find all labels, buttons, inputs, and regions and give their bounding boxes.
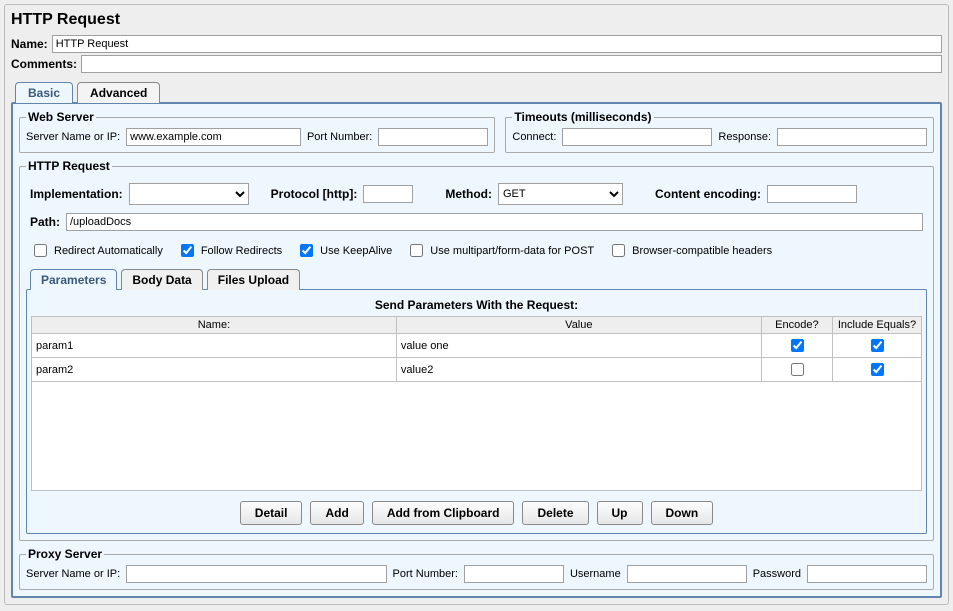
name-label: Name: — [11, 37, 48, 51]
http-request-legend: HTTP Request — [26, 159, 112, 173]
col-value[interactable]: Value — [396, 317, 761, 334]
name-input[interactable] — [52, 35, 942, 53]
col-name[interactable]: Name: — [32, 317, 397, 334]
proxy-user-label: Username — [570, 568, 621, 580]
content-enc-label: Content encoding: — [655, 187, 761, 201]
param-tabs: Parameters Body Data Files Upload — [26, 269, 927, 290]
param-equals-cell[interactable] — [832, 334, 921, 358]
comments-input[interactable] — [81, 55, 942, 73]
tab-basic[interactable]: Basic — [15, 82, 73, 103]
param-equals-cell[interactable] — [832, 358, 921, 382]
param-name-cell[interactable]: param1 — [32, 334, 397, 358]
add-clipboard-button[interactable]: Add from Clipboard — [372, 501, 515, 525]
timeouts-legend: Timeouts (milliseconds) — [512, 110, 653, 124]
param-equals-checkbox[interactable] — [871, 363, 884, 376]
path-label: Path: — [30, 215, 60, 229]
proxy-pass-label: Password — [753, 568, 801, 580]
page-title: HTTP Request — [11, 11, 942, 29]
col-encode[interactable]: Encode? — [761, 317, 832, 334]
check-browser-compat[interactable]: Browser-compatible headers — [608, 241, 772, 260]
check-multipart[interactable]: Use multipart/form-data for POST — [406, 241, 594, 260]
response-label: Response: — [718, 131, 771, 143]
detail-button[interactable]: Detail — [240, 501, 303, 525]
protocol-label: Protocol [http]: — [271, 187, 358, 201]
content-enc-input[interactable] — [767, 185, 857, 203]
impl-select[interactable] — [129, 183, 249, 205]
param-buttons: Detail Add Add from Clipboard Delete Up … — [31, 501, 922, 525]
connect-input[interactable] — [562, 128, 712, 146]
tab-body-data[interactable]: Body Data — [121, 269, 202, 290]
basic-panel: Web Server Server Name or IP: Port Numbe… — [11, 102, 942, 598]
web-server-group: Web Server Server Name or IP: Port Numbe… — [19, 110, 495, 153]
checkbox-redirect-auto[interactable] — [34, 244, 47, 257]
server-name-label: Server Name or IP: — [26, 131, 120, 143]
checkbox-browser-compat[interactable] — [612, 244, 625, 257]
up-button[interactable]: Up — [597, 501, 643, 525]
proxy-port-label: Port Number: — [393, 568, 458, 580]
protocol-input[interactable] — [363, 185, 413, 203]
add-button[interactable]: Add — [310, 501, 363, 525]
tab-advanced[interactable]: Advanced — [77, 82, 160, 103]
proxy-port-input[interactable] — [464, 565, 564, 583]
param-encode-checkbox[interactable] — [791, 363, 804, 376]
proxy-server-label: Server Name or IP: — [26, 568, 120, 580]
params-title: Send Parameters With the Request: — [31, 298, 922, 312]
tab-files-upload[interactable]: Files Upload — [207, 269, 300, 290]
param-encode-cell[interactable] — [761, 334, 832, 358]
main-tabs: Basic Advanced — [11, 82, 942, 103]
method-label: Method: — [445, 187, 492, 201]
impl-label: Implementation: — [30, 187, 123, 201]
proxy-group: Proxy Server Server Name or IP: Port Num… — [19, 547, 934, 590]
checkbox-keepalive[interactable] — [300, 244, 313, 257]
checkbox-follow-redirects[interactable] — [181, 244, 194, 257]
port-input[interactable] — [378, 128, 488, 146]
check-keepalive[interactable]: Use KeepAlive — [296, 241, 392, 260]
comments-label: Comments: — [11, 57, 77, 71]
param-value-cell[interactable]: value2 — [396, 358, 761, 382]
param-encode-cell[interactable] — [761, 358, 832, 382]
delete-button[interactable]: Delete — [522, 501, 588, 525]
check-redirect-auto[interactable]: Redirect Automatically — [30, 241, 163, 260]
parameters-panel: Send Parameters With the Request: Name: … — [26, 289, 927, 534]
http-request-group: HTTP Request Implementation: Protocol [h… — [19, 159, 934, 541]
params-table: Name: Value Encode? Include Equals? para… — [31, 316, 922, 382]
response-input[interactable] — [777, 128, 927, 146]
server-name-input[interactable] — [126, 128, 301, 146]
web-server-legend: Web Server — [26, 110, 96, 124]
timeouts-group: Timeouts (milliseconds) Connect: Respons… — [505, 110, 934, 153]
method-select[interactable]: GET — [498, 183, 623, 205]
check-follow-redirects[interactable]: Follow Redirects — [177, 241, 282, 260]
param-equals-checkbox[interactable] — [871, 339, 884, 352]
main-container: HTTP Request Name: Comments: Basic Advan… — [4, 4, 949, 605]
param-name-cell[interactable]: param2 — [32, 358, 397, 382]
port-label: Port Number: — [307, 131, 372, 143]
proxy-server-input[interactable] — [126, 565, 386, 583]
param-encode-checkbox[interactable] — [791, 339, 804, 352]
proxy-legend: Proxy Server — [26, 547, 104, 561]
name-row: Name: — [11, 35, 942, 53]
tab-parameters[interactable]: Parameters — [30, 269, 117, 290]
table-row[interactable]: param2value2 — [32, 358, 922, 382]
table-row[interactable]: param1value one — [32, 334, 922, 358]
proxy-pass-input[interactable] — [807, 565, 927, 583]
comments-row: Comments: — [11, 55, 942, 73]
proxy-user-input[interactable] — [627, 565, 747, 583]
param-value-cell[interactable]: value one — [396, 334, 761, 358]
path-input[interactable] — [66, 213, 923, 231]
down-button[interactable]: Down — [651, 501, 714, 525]
params-table-empty-area[interactable] — [31, 382, 922, 491]
checkbox-multipart[interactable] — [410, 244, 423, 257]
col-include-equals[interactable]: Include Equals? — [832, 317, 921, 334]
connect-label: Connect: — [512, 131, 556, 143]
